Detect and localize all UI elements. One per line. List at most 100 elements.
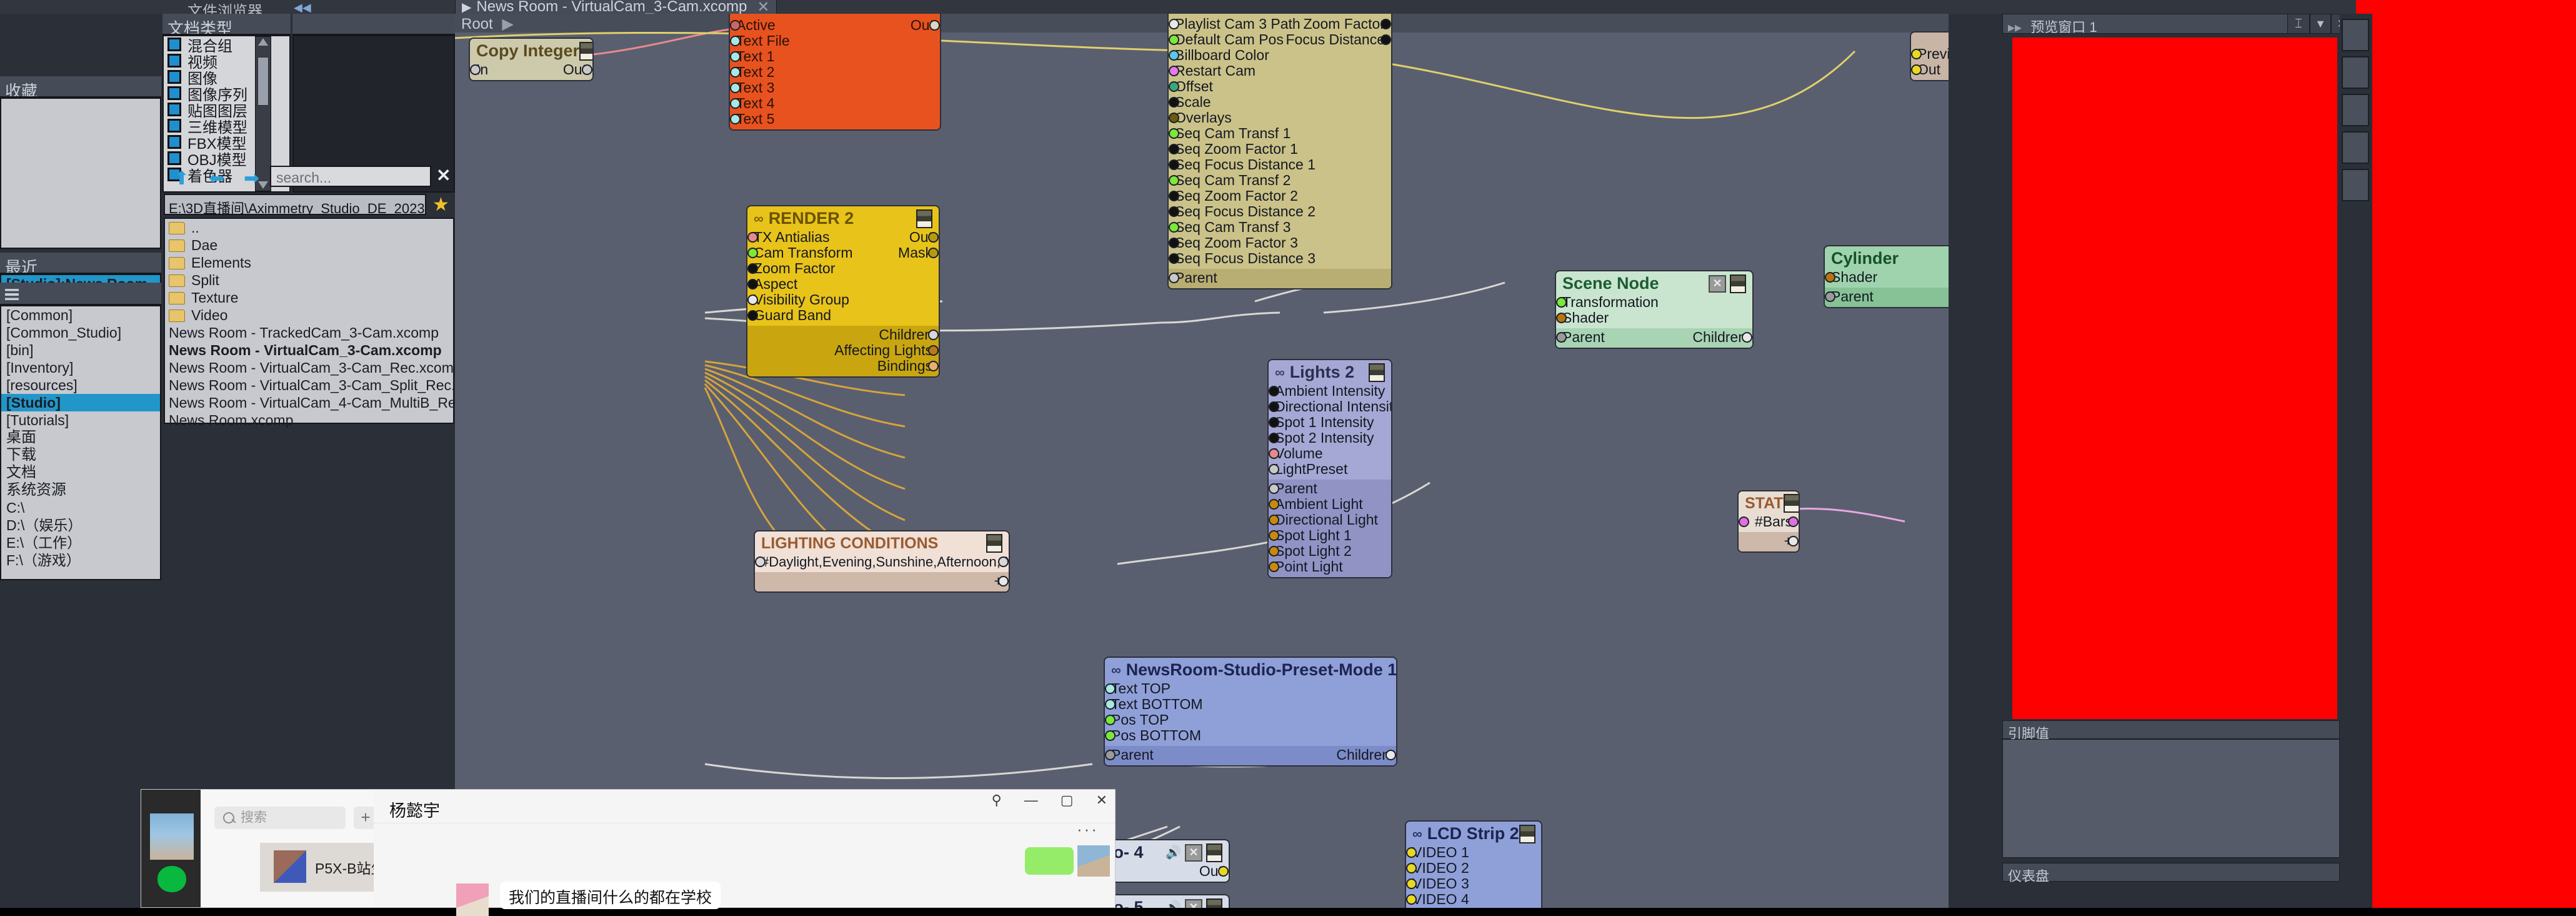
node-port-row[interactable]: Restart Cam	[1169, 63, 1385, 79]
node-port-row[interactable]: Text 2	[730, 64, 934, 80]
port-socket[interactable]	[1169, 113, 1179, 123]
node-port-row[interactable]: Children	[754, 327, 939, 343]
port-socket[interactable]	[1169, 19, 1179, 29]
sidebar-item-common-studio[interactable]: [Common_Studio]	[1, 324, 160, 341]
node-port-row[interactable]: Shader	[1556, 310, 1746, 326]
port-socket[interactable]	[1169, 222, 1179, 233]
extra-tool-icon[interactable]	[2342, 169, 2369, 201]
node-port-row[interactable]: VIDEO 4	[1406, 892, 1535, 907]
node-port-row[interactable]: Point Light	[1269, 559, 1385, 575]
port-socket[interactable]	[1742, 332, 1752, 343]
node-port-row[interactable]: Parent Children	[1105, 747, 1396, 763]
sidebar-item-inventory[interactable]: [Inventory]	[1, 359, 160, 376]
sidebar-item-common[interactable]: [Common]	[1, 306, 160, 324]
port-socket[interactable]	[1556, 297, 1567, 308]
node-port-row[interactable]: Text 4	[730, 96, 934, 111]
node-port-row[interactable]: Spot 2 Intensity	[1269, 430, 1385, 446]
port-socket[interactable]	[1169, 97, 1179, 108]
node-port-row[interactable]: Text 1	[730, 49, 934, 64]
node-port-row[interactable]: Spot Light 2	[1269, 543, 1385, 559]
folder-row[interactable]: Video	[165, 306, 453, 324]
node-scene-node[interactable]: Scene Node ✕ Transformation Shader Paren…	[1555, 270, 1754, 349]
preview-pin-icon[interactable]: ⌶	[2287, 14, 2310, 34]
file-row[interactable]: News Room - TrackedCam_3-Cam.xcomp	[165, 324, 453, 341]
port-socket[interactable]	[1269, 433, 1279, 443]
port-socket[interactable]	[1269, 561, 1279, 572]
node-port-row[interactable]: Shader	[1825, 269, 1942, 285]
port-socket[interactable]	[1169, 50, 1179, 61]
port-socket[interactable]	[1169, 144, 1179, 154]
node-port-row[interactable]: Seq Focus Distance 1	[1169, 157, 1385, 173]
port-socket[interactable]	[1911, 49, 1922, 59]
sidebar-item-drive-e[interactable]: E:\（工作）	[1, 534, 160, 551]
path-input[interactable]: E:\3D直播间\Aximmetry_Studio_DE_2023.3.2\St…	[164, 194, 426, 215]
file-row[interactable]: News Room.xcomp	[165, 411, 453, 429]
chat-more-icon[interactable]: ···	[1077, 820, 1099, 839]
port-socket[interactable]	[747, 279, 758, 289]
port-socket[interactable]	[755, 556, 766, 567]
port-socket[interactable]	[1169, 206, 1179, 217]
port-socket[interactable]	[1269, 483, 1279, 494]
node-port-row[interactable]: Overlays	[1169, 110, 1385, 126]
port-socket[interactable]	[1269, 448, 1279, 459]
port-socket[interactable]	[928, 361, 939, 371]
node-port-row[interactable]: VIDEO 2	[1406, 860, 1535, 876]
speaker-icon[interactable]: 🔊	[1166, 900, 1181, 908]
search-input[interactable]: search...	[270, 166, 431, 187]
port-socket[interactable]	[1269, 515, 1279, 525]
port-socket[interactable]	[1825, 291, 1835, 302]
checkbox-icon[interactable]	[167, 135, 181, 149]
node-port-row[interactable]: VIDEO 1	[1406, 845, 1535, 860]
checkbox-icon[interactable]	[167, 70, 181, 84]
node-port-row[interactable]: +	[1745, 533, 1799, 549]
menu-icon[interactable]	[986, 534, 1002, 553]
node-camera-params[interactable]: Playlist Cam 3 Path Zoom Factor Default C…	[1167, 14, 1392, 289]
port-socket[interactable]	[1169, 34, 1179, 45]
port-socket[interactable]	[1169, 253, 1179, 264]
port-socket[interactable]	[1739, 516, 1749, 527]
back-icon[interactable]: ⬅	[209, 168, 224, 189]
folder-row[interactable]: Dae	[165, 236, 453, 254]
port-socket[interactable]	[1269, 546, 1279, 556]
port-socket[interactable]	[1105, 750, 1116, 760]
menu-icon[interactable]	[916, 209, 932, 228]
color-tool-icon[interactable]	[2342, 131, 2369, 164]
screenshot-tool-icon[interactable]	[2342, 19, 2369, 51]
port-socket[interactable]	[1169, 159, 1179, 170]
node-port-row[interactable]: Playlist Cam 3 Path Zoom Factor	[1169, 16, 1391, 32]
port-socket[interactable]	[1169, 238, 1179, 248]
port-socket[interactable]	[1556, 313, 1567, 323]
node-port-row[interactable]: Preview	[1911, 46, 1949, 62]
port-socket[interactable]	[747, 263, 758, 274]
node-graph-canvas[interactable]: Root ▶ Copy Integer In Out Active Out Te…	[455, 14, 1949, 908]
port-socket[interactable]	[1269, 386, 1279, 396]
checkbox-icon[interactable]	[167, 151, 181, 165]
disable-icon[interactable]: ✕	[1185, 898, 1202, 908]
port-socket[interactable]	[1385, 750, 1396, 760]
port-socket[interactable]	[1406, 878, 1417, 889]
node-port-row[interactable]: Default Cam Pos Focus Distance	[1169, 32, 1391, 48]
menu-icon[interactable]	[1730, 274, 1746, 293]
menu-icon[interactable]	[579, 41, 592, 61]
node-lighting-conditions[interactable]: LIGHTING CONDITIONS #Daylight,Evening,Su…	[754, 530, 1010, 593]
minimize-icon[interactable]: —	[1024, 792, 1038, 808]
file-row[interactable]: News Room - VirtualCam_4-Cam_MultiB_Rec.…	[165, 394, 509, 411]
menu-icon[interactable]	[1206, 898, 1222, 908]
disable-icon[interactable]: ✕	[1709, 274, 1726, 293]
node-port-row[interactable]: Text 5	[730, 111, 934, 127]
file-row[interactable]: News Room - VirtualCam_3-Cam_Split_Rec.x…	[165, 376, 497, 394]
port-socket[interactable]	[1169, 191, 1179, 201]
node-port-row[interactable]: Out	[1911, 62, 1949, 78]
port-socket[interactable]	[998, 556, 1009, 567]
port-socket[interactable]	[1380, 19, 1391, 29]
node-port-row[interactable]: Guard Band	[747, 308, 932, 323]
node-port-row[interactable]: Seq Focus Distance 2	[1169, 204, 1385, 219]
node-text-block[interactable]: Active Out Text File Text 1 Text 2 Text 3…	[729, 14, 941, 131]
port-socket[interactable]	[747, 248, 758, 258]
node-port-row[interactable]: Seq Cam Transf 3	[1169, 219, 1385, 235]
port-socket[interactable]	[1406, 863, 1417, 873]
forward-icon[interactable]: ➡	[244, 168, 259, 189]
code-tool-icon[interactable]	[2342, 94, 2369, 126]
port-socket[interactable]	[1556, 332, 1567, 343]
node-output-stub[interactable]: Preview Out	[1910, 31, 1949, 81]
